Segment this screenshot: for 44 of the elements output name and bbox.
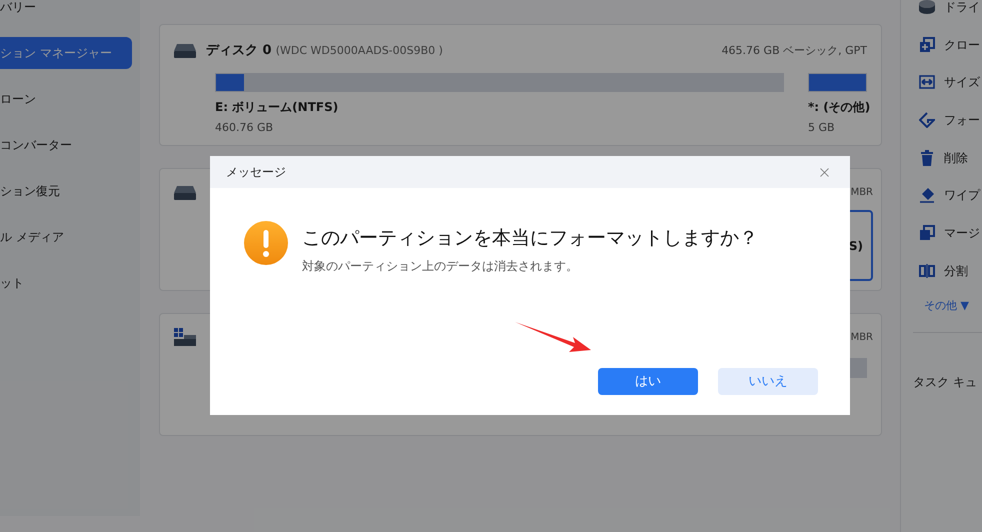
merge-icon (919, 224, 935, 241)
dialog-heading: このパーティションを本当にフォーマットしますか？ (302, 226, 758, 251)
split-icon (919, 262, 935, 279)
warning-icon (244, 221, 288, 265)
eraser-icon (919, 187, 935, 204)
partition-size: 5 GB (808, 120, 836, 136)
action-item[interactable]: フォー (919, 101, 982, 139)
resize-icon (919, 74, 935, 90)
action-item[interactable]: 分割 (919, 252, 982, 290)
action-item[interactable]: サイズ (919, 63, 982, 102)
more-link[interactable]: その他 ▼ (924, 298, 982, 314)
partition-label: *: (その他) (808, 98, 867, 116)
sidebar-item[interactable]: ット (0, 267, 132, 299)
disk-info: 465.76 GB ベーシック, GPT (722, 42, 867, 58)
disk-icon (919, 0, 935, 15)
partition-label: E: ボリューム(NTFS) (215, 98, 340, 116)
disk-info: MBR (850, 330, 873, 344)
hard-drive-icon (174, 44, 196, 58)
hard-drive-icon (174, 186, 196, 200)
no-button[interactable]: いいえ (718, 368, 818, 395)
partition-bar[interactable] (215, 72, 784, 92)
windows-drive-icon (174, 328, 196, 346)
format-icon (919, 112, 935, 128)
action-item[interactable]: 削除 (919, 138, 982, 176)
task-queue-title: タスク キュ (913, 374, 978, 391)
disk-title: ディスク 0 (WDC WD5000AADS-00S9B0 ) (206, 42, 443, 60)
dialog-title: メッセージ (226, 164, 286, 181)
sidebar-item[interactable]: バリー (0, 0, 132, 23)
action-item[interactable]: マージ (919, 214, 982, 252)
copy-plus-icon (919, 36, 935, 53)
partition-size: 460.76 GB (215, 120, 274, 136)
partition-label: S) (848, 238, 863, 254)
trash-icon (919, 150, 935, 166)
disk-info: MBR (850, 186, 873, 200)
dialog-message: 対象のパーティション上のデータは消去されます。 (302, 258, 579, 274)
yes-button[interactable]: はい (598, 368, 698, 395)
partition-bar[interactable] (849, 358, 867, 378)
sidebar-item[interactable]: ション復元 (0, 175, 132, 207)
action-item[interactable]: クロー (919, 26, 982, 64)
sidebar-item[interactable]: ション マネージャー (0, 37, 132, 69)
sidebar-item[interactable]: ル メディア (0, 221, 132, 253)
sidebar-item[interactable]: ローン (0, 83, 132, 115)
sidebar-item[interactable]: コンバーター (0, 129, 132, 161)
action-item[interactable]: ワイプ (919, 176, 982, 214)
